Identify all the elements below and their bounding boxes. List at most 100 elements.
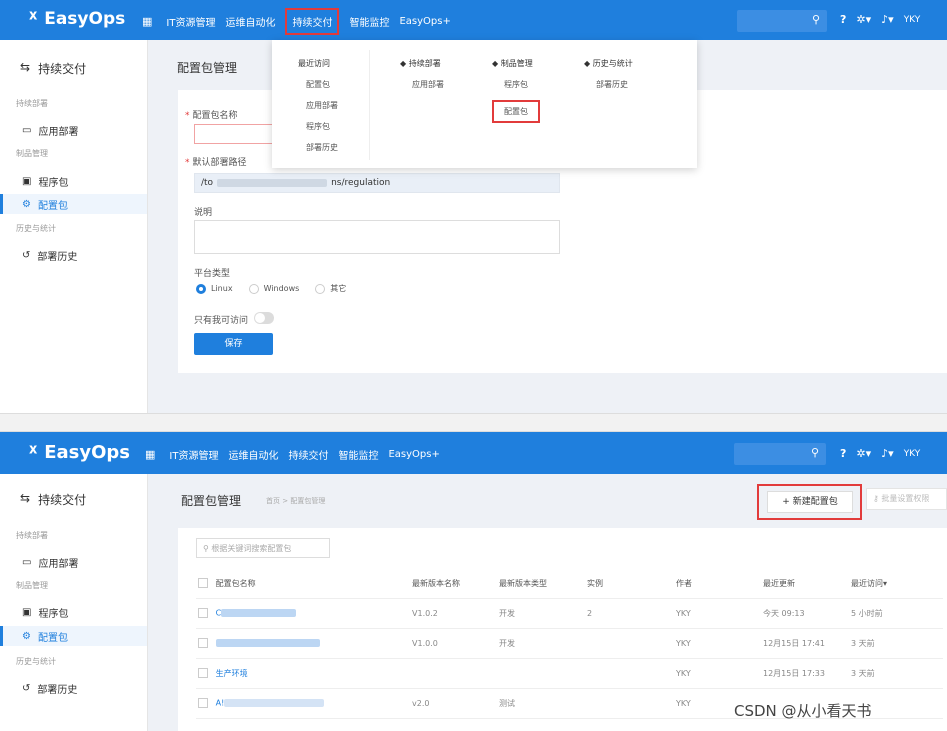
- config-name-input[interactable]: [194, 124, 284, 144]
- header-visited[interactable]: 最近访问▾: [849, 569, 943, 599]
- private-toggle[interactable]: [254, 312, 274, 324]
- dropdown-link-config-pkg-2[interactable]: 配置包: [492, 100, 540, 123]
- dropdown-link-deploy-history[interactable]: 部署历史: [298, 142, 338, 153]
- dropdown-link-config-pkg[interactable]: 配置包: [298, 79, 338, 90]
- table-row: V1.0.0 开发 YKY 12月15日 17:41 3 天前: [196, 628, 943, 659]
- sidebar-item-config-pkg[interactable]: ⚙ 配置包: [0, 626, 147, 646]
- delivery-dropdown-menu: 最近访问 配置包 应用部署 程序包 部署历史 ◆ 持续部署 应用部署 ◆ 制品管…: [272, 40, 697, 168]
- radio-windows[interactable]: Windows: [248, 283, 299, 294]
- help-icon[interactable]: ?: [840, 13, 846, 26]
- sidebar-item-deploy-history[interactable]: ↺ 部署历史: [0, 678, 147, 698]
- gear-icon[interactable]: ✲▾: [856, 13, 871, 26]
- table-row: C V1.0.2 开发 2 YKY 今天 09:13 5 小时前: [196, 598, 943, 629]
- sidebar-section-deploy: 持续部署: [16, 99, 48, 108]
- deploy-path-input[interactable]: /to ns/regulation: [194, 173, 560, 193]
- search-icon[interactable]: ⚲: [812, 13, 820, 26]
- header-version: 最新版本名称: [410, 569, 497, 599]
- platform-label: 平台类型: [194, 269, 231, 279]
- grid-icon[interactable]: ▦: [142, 15, 152, 28]
- row-updated: 今天 09:13: [761, 598, 849, 629]
- page-title: 配置包管理: [177, 61, 238, 75]
- nav-item-monitoring[interactable]: 智能监控: [349, 14, 389, 29]
- sidebar-item-app-deploy[interactable]: ▭ 应用部署: [0, 552, 147, 572]
- logo[interactable]: ᕁ EasyOps: [28, 9, 125, 29]
- monitor-icon: ▭: [22, 556, 32, 568]
- nav-item-easyops-plus[interactable]: EasyOps+: [399, 16, 450, 27]
- dropdown-heading-deploy: ◆ 持续部署: [400, 59, 441, 68]
- dropdown-heading-product: ◆ 制品管理: [492, 59, 533, 68]
- description-textarea[interactable]: [194, 220, 560, 254]
- desc-label: 说明: [194, 208, 213, 218]
- user-menu[interactable]: YKY: [904, 15, 921, 25]
- sidebar-item-config-pkg[interactable]: ⚙ 配置包: [0, 194, 147, 214]
- save-button[interactable]: 保存: [194, 333, 273, 355]
- nav-item-continuous-delivery[interactable]: 持续交付: [285, 8, 340, 35]
- row-name-link[interactable]: 生产环境: [216, 669, 248, 678]
- sidebar-title: ⇆ 持续交付: [20, 60, 87, 76]
- row-updated: 12月15日 17:41: [761, 628, 849, 659]
- config-pkg-table: 配置包名称 最新版本名称 最新版本类型 实例 作者 最近更新 最近访问▾ C V…: [196, 569, 943, 719]
- global-search-input[interactable]: ⚲: [734, 443, 826, 465]
- global-search-input[interactable]: ⚲: [737, 10, 827, 32]
- nav-item-easyops-plus[interactable]: EasyOps+: [388, 449, 439, 460]
- row-visited: 5 小时前: [849, 598, 943, 629]
- dropdown-link-program-pkg[interactable]: 程序包: [298, 121, 338, 132]
- dropdown-link-app-deploy-2[interactable]: 应用部署: [400, 79, 444, 90]
- header-type: 最新版本类型: [497, 569, 585, 599]
- row-version: v2.0: [410, 688, 497, 719]
- nav-item-it-resource[interactable]: IT资源管理: [169, 447, 218, 462]
- nav-item-ops-automation[interactable]: 运维自动化: [228, 447, 278, 462]
- help-icon[interactable]: ?: [840, 447, 846, 460]
- row-checkbox[interactable]: [198, 668, 208, 678]
- row-instances: [585, 688, 674, 719]
- gear-icon[interactable]: ✲▾: [856, 447, 871, 460]
- row-name-cell: C: [196, 598, 410, 629]
- easyops-logo-icon: ᕁ: [28, 440, 39, 465]
- nav-right-tools: ? ✲▾ ♪▾ YKY: [840, 13, 920, 26]
- bell-icon[interactable]: ♪▾: [881, 13, 894, 26]
- new-config-pkg-button[interactable]: + 新建配置包: [767, 491, 853, 513]
- user-menu[interactable]: YKY: [904, 449, 921, 459]
- dropdown-link-app-deploy[interactable]: 应用部署: [298, 100, 338, 111]
- radio-other[interactable]: 其它: [315, 283, 346, 294]
- sidebar-item-program-pkg[interactable]: ▣ 程序包: [0, 602, 147, 622]
- sidebar-section-history: 历史与统计: [16, 224, 56, 233]
- sidebar: ⇆ 持续交付 持续部署 ▭ 应用部署 制品管理 ▣ 程序包 ⚙ 配置包 历史与统计 ↺…: [0, 40, 148, 413]
- bell-icon[interactable]: ♪▾: [881, 447, 894, 460]
- batch-permission-button[interactable]: ⚷ 批量设置权限: [866, 488, 947, 510]
- nav-item-ops-automation[interactable]: 运维自动化: [225, 14, 275, 29]
- dropdown-link-program-pkg-2[interactable]: 程序包: [492, 79, 540, 90]
- nav-item-it-resource[interactable]: IT资源管理: [166, 14, 215, 29]
- row-name-link[interactable]: A!: [216, 699, 225, 708]
- row-checkbox[interactable]: [198, 698, 208, 708]
- monitor-icon: ▭: [22, 124, 32, 136]
- row-author: YKY: [674, 598, 761, 629]
- brand-name: EasyOps: [44, 442, 130, 463]
- grid-icon[interactable]: ▦: [145, 448, 155, 461]
- config-search-input[interactable]: ⚲ 根据关键词搜索配置包: [196, 538, 330, 558]
- row-version: V1.0.0: [410, 628, 497, 659]
- sidebar-item-program-pkg[interactable]: ▣ 程序包: [0, 171, 147, 191]
- row-checkbox[interactable]: [198, 608, 208, 618]
- sidebar-item-app-deploy[interactable]: ▭ 应用部署: [0, 120, 147, 140]
- header-author: 作者: [674, 569, 761, 599]
- logo[interactable]: ᕁ EasyOps: [28, 442, 130, 463]
- package-icon: ▣: [22, 175, 32, 187]
- row-instances[interactable]: 2: [585, 598, 674, 629]
- config-icon: ⚙: [22, 198, 31, 210]
- brand-name: EasyOps: [44, 9, 126, 29]
- row-author: YKY: [674, 658, 761, 689]
- select-all-checkbox[interactable]: [198, 578, 208, 589]
- app-switch-icon: ⇆: [20, 60, 31, 74]
- nav-item-continuous-delivery[interactable]: 持续交付: [288, 447, 328, 462]
- row-checkbox[interactable]: [198, 638, 208, 648]
- dropdown-link-deploy-history-2[interactable]: 部署历史: [584, 79, 633, 90]
- new-button-highlight: + 新建配置包: [757, 484, 862, 520]
- radio-linux[interactable]: Linux: [196, 283, 233, 294]
- sidebar-item-deploy-history[interactable]: ↺ 部署历史: [0, 245, 147, 265]
- nav-item-monitoring[interactable]: 智能监控: [338, 447, 378, 462]
- page-title: 配置包管理: [181, 494, 242, 508]
- header-name[interactable]: 配置包名称: [196, 569, 410, 599]
- search-icon[interactable]: ⚲: [811, 446, 819, 459]
- redacted-text[interactable]: [215, 639, 320, 647]
